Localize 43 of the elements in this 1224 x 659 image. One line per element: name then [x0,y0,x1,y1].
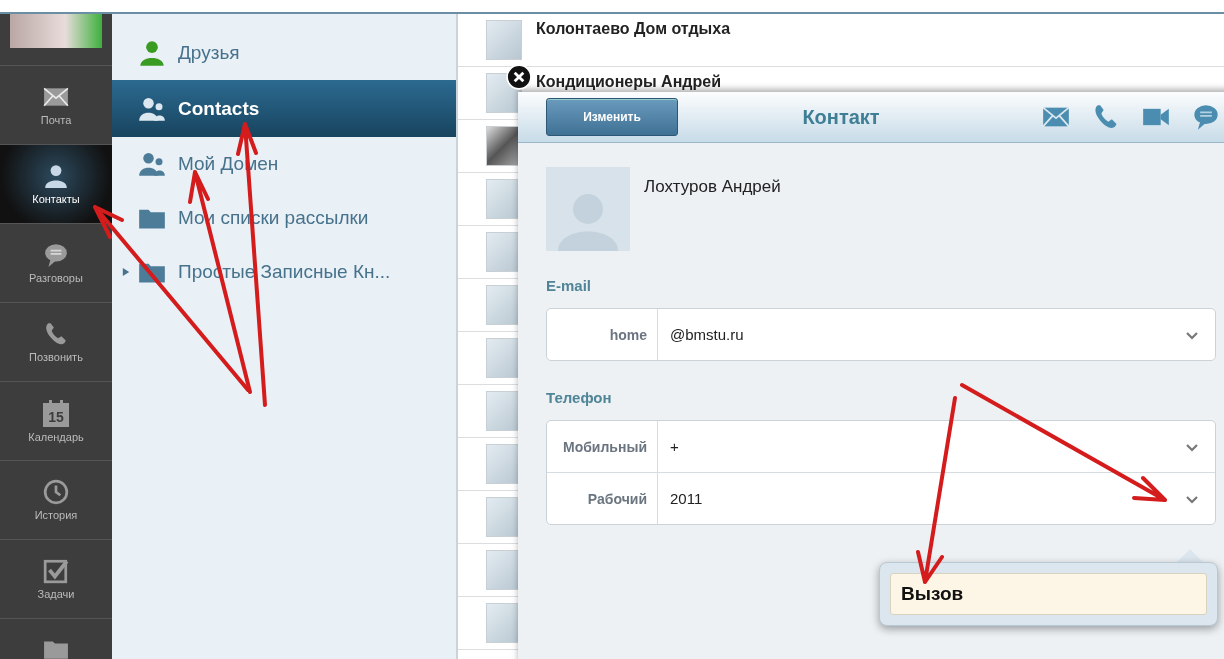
folder-label: Contacts [178,97,260,120]
calendar-rings-icon [43,399,69,407]
contact-name[interactable]: Кондиционеры Андрей [536,73,721,91]
nav-label: Позвонить [29,351,83,363]
field-label: home [547,309,658,360]
account-tile[interactable] [0,14,112,66]
clock-icon [43,479,69,505]
calendar-day: 15 [43,406,69,427]
call-button[interactable]: Вызов [890,573,1207,615]
nav-label: Контакты [32,193,80,205]
folder-item[interactable]: Друзья [112,26,456,80]
phone-icon [43,321,69,347]
panel-title: Контакт [801,105,881,129]
nav-item[interactable]: Контакты [0,145,112,224]
people-icon [138,150,166,178]
folder-label: Друзья [178,42,240,64]
nav-label: Календарь [28,430,84,443]
field-value: + [669,438,680,455]
contact-name: Лохтуров Андрей [644,177,781,197]
speech-bubble-icon[interactable] [1192,103,1220,131]
nav-label: История [34,509,78,521]
expand-arrow-icon[interactable] [122,266,130,278]
field-label: Рабочий [547,473,658,524]
close-icon[interactable] [506,64,532,90]
section-heading: E-mail [546,277,592,294]
checkbox-icon [43,558,69,584]
field-value: @bmstu.ru [669,326,745,343]
person-icon [138,39,166,67]
chevron-down-icon[interactable] [1185,441,1199,452]
field-label: Мобильный [547,421,658,472]
section-heading: Телефон [546,389,613,406]
nav-label: Разговоры [29,272,83,284]
person-icon [43,163,69,189]
chevron-down-icon[interactable] [1185,329,1199,340]
edit-button[interactable]: Изменить [546,98,678,136]
speech-bubble-icon [43,242,69,268]
avatar-placeholder [486,20,522,60]
folder-item[interactable]: Contacts [112,80,456,137]
contact-name[interactable]: Колонтаево Дом отдыха [536,20,731,38]
chevron-down-icon[interactable] [1185,493,1199,504]
nav-label: Задачи [37,588,75,600]
field-value: 2011 [669,490,704,507]
nav-label: Почта [40,114,72,126]
